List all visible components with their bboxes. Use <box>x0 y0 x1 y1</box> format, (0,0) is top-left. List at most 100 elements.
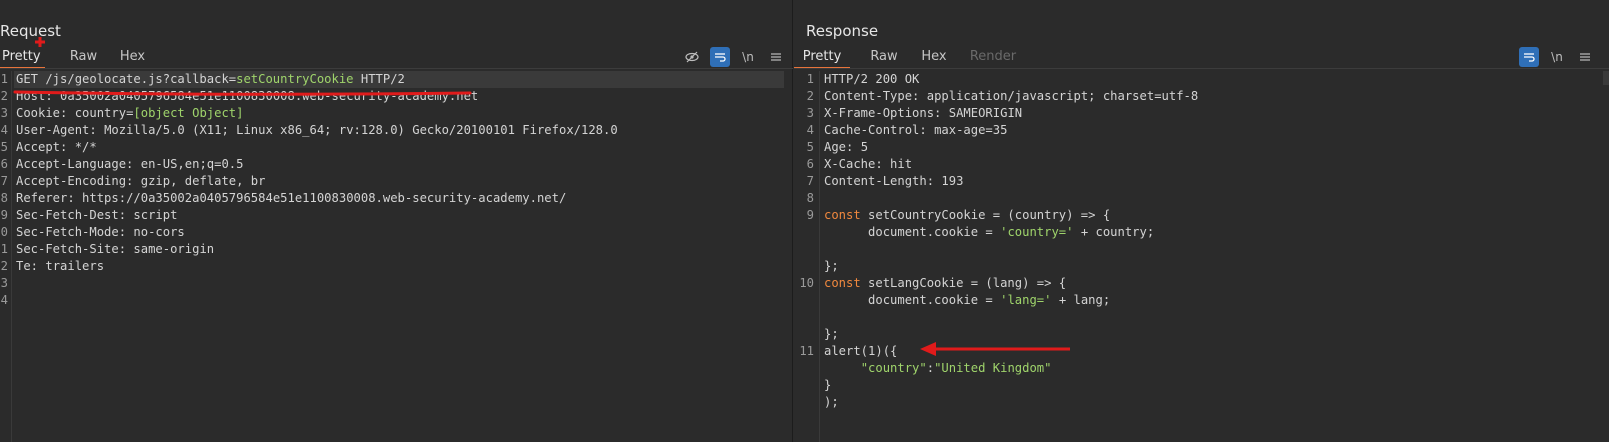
request-code-line: Host: 0a35002a0405796584e51e1100830008.w… <box>16 88 478 105</box>
response-line-number: 3 <box>806 106 814 120</box>
response-code-token: 193 <box>941 174 964 188</box>
response-line-number: 8 <box>806 191 814 205</box>
request-code-token: */* <box>74 140 97 154</box>
response-code-token: } <box>824 378 832 392</box>
response-code-line: Cache-Control: max-age=35 <box>824 122 1007 139</box>
wrap-lines-icon <box>1524 53 1535 62</box>
request-code-token: Te: <box>16 259 46 273</box>
request-line-number: 4 <box>0 123 8 137</box>
request-editor[interactable]: 1 GET /js/geolocate.js?callback=setCountr… <box>0 71 793 442</box>
response-code-token: }; <box>824 327 839 341</box>
response-code-token: X-Frame-Options: <box>824 106 949 120</box>
response-line-number <box>794 258 814 275</box>
request-line-number: 0 <box>0 225 8 239</box>
request-line-number: 1 <box>0 242 8 256</box>
request-code-token: no-cors <box>133 225 185 239</box>
request-line-number: 8 <box>0 191 8 205</box>
response-menu-button[interactable] <box>1575 47 1595 67</box>
request-tab-raw[interactable]: Raw <box>57 45 110 69</box>
response-code-token: ); <box>824 395 839 409</box>
eye-off-icon <box>685 51 699 63</box>
request-wrap-toggle[interactable] <box>710 47 730 67</box>
response-line-number <box>794 241 814 258</box>
response-code-line: document.cookie = 'country=' + country; <box>824 224 1154 241</box>
response-code-line: const setLangCookie = (lang) => { <box>824 275 1066 292</box>
request-code-token: Referer: <box>16 191 83 205</box>
response-code-line: ); <box>824 394 839 411</box>
request-code-token: Sec-Fetch-Dest: <box>16 208 134 222</box>
response-code-token: SAMEORIGIN <box>948 106 1023 120</box>
request-code-line: Sec-Fetch-Mode: no-cors <box>16 224 185 241</box>
response-code-token: HTTP/2 200 OK <box>824 72 920 86</box>
request-line-number: 4 <box>0 293 8 307</box>
response-line-number: 1 <box>806 72 814 86</box>
response-code-token: "country" <box>860 361 927 375</box>
response-wrap-toggle[interactable] <box>1519 47 1539 67</box>
request-newline-toggle[interactable]: \n <box>738 47 758 67</box>
request-code-token: trailers <box>45 259 105 273</box>
response-line-number <box>794 292 814 309</box>
request-line-number: 2 <box>0 259 8 273</box>
response-scrollbar[interactable] <box>1603 71 1609 85</box>
response-code-line: Age: 5 <box>824 139 868 156</box>
response-line-number: 11 <box>799 344 814 358</box>
request-tab-pretty[interactable]: Pretty <box>0 45 45 69</box>
response-code-token: + lang; <box>1051 293 1111 307</box>
request-line-number: 9 <box>0 208 8 222</box>
hide-nonprintable-button[interactable] <box>682 47 702 67</box>
response-line-number <box>794 394 814 411</box>
response-code-line: const setCountryCookie = (country) => { <box>824 207 1110 224</box>
response-panel: Response Pretty Raw Hex Render \n 1 HTTP/… <box>794 0 1609 442</box>
response-code-token: }; <box>824 259 839 273</box>
request-code-token: setCountryCookie <box>236 72 354 86</box>
request-code-line: Cookie: country=[object Object] <box>16 105 243 122</box>
request-code-line: Accept-Encoding: gzip, deflate, br <box>16 173 266 190</box>
response-code-token: 'country=' <box>1000 225 1074 239</box>
response-code-line: Content-Length: 193 <box>824 173 963 190</box>
response-line-number <box>794 326 814 343</box>
request-tabs: Pretty Raw Hex <box>0 45 155 69</box>
request-line-number: 5 <box>0 140 8 154</box>
request-tab-hex[interactable]: Hex <box>110 45 155 69</box>
response-code-token: hit <box>890 157 913 171</box>
request-code-token: same-origin <box>133 242 215 256</box>
response-code-line: Content-Type: application/javascript; ch… <box>824 88 1198 105</box>
response-tab-divider <box>794 68 1609 69</box>
response-tab-raw[interactable]: Raw <box>858 45 910 69</box>
request-code-token: Accept-Language: <box>16 157 141 171</box>
response-line-number: 2 <box>806 89 814 103</box>
response-tab-pretty[interactable]: Pretty <box>794 45 850 69</box>
request-code-token: 0a35002a0405796584e51e1100830008.web-sec… <box>60 89 479 103</box>
response-code-token <box>824 361 861 375</box>
request-menu-button[interactable] <box>766 47 786 67</box>
response-code-token: Cache-Control: <box>824 123 935 137</box>
request-code-line: Sec-Fetch-Dest: script <box>16 207 177 224</box>
request-code-line: User-Agent: Mozilla/5.0 (X11; Linux x86_… <box>16 122 618 139</box>
request-line-number: 3 <box>0 106 8 120</box>
request-title: Request <box>0 22 61 40</box>
response-code-line: alert(1)({ <box>824 343 897 360</box>
wrap-lines-icon <box>715 53 726 62</box>
request-code-token: [object Object] <box>133 106 244 120</box>
response-toolbar: \n <box>1519 47 1603 67</box>
response-code-token: document.cookie = <box>824 293 1001 307</box>
request-code-token: GET /js/geolocate.js?callback= <box>16 72 237 86</box>
request-code-token: script <box>133 208 178 222</box>
response-line-number <box>794 360 814 377</box>
request-code-line: Accept-Language: en-US,en;q=0.5 <box>16 156 243 173</box>
response-newline-toggle[interactable]: \n <box>1547 47 1567 67</box>
request-code-line: GET /js/geolocate.js?callback=setCountry… <box>16 71 405 88</box>
request-code-token: Mozilla/5.0 (X11; Linux x86_64; rv:128.0… <box>104 123 618 137</box>
hamburger-menu-icon <box>1580 53 1590 61</box>
response-code-token: application/javascript; charset=utf-8 <box>926 89 1199 103</box>
response-line-number: 4 <box>806 123 814 137</box>
response-code-line: X-Cache: hit <box>824 156 912 173</box>
response-line-number <box>794 224 814 241</box>
request-line-number: 3 <box>0 276 8 290</box>
response-code-token: + country; <box>1073 225 1155 239</box>
response-editor[interactable]: 1 HTTP/2 200 OK 2 Content-Type: application… <box>794 71 1609 442</box>
request-line-number: 7 <box>0 174 8 188</box>
response-tab-hex[interactable]: Hex <box>910 45 958 69</box>
request-code-token: Accept: <box>16 140 75 154</box>
request-code-token: country= <box>74 106 134 120</box>
